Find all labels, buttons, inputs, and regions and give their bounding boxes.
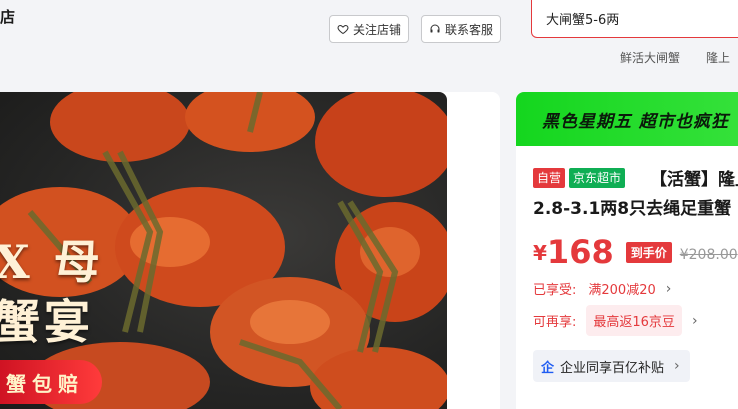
hero-title-line1: X 母 <box>0 235 104 289</box>
heart-icon <box>337 24 349 35</box>
headset-icon <box>430 24 440 33</box>
purchase-panel: 黑色星期五 超市也疯狂 自营 京东超市 【活蟹】隆上 2.8-3.1两8只去绳足… <box>516 92 738 409</box>
price-row: ¥ 168 到手价 ¥208.00 <box>533 235 738 269</box>
extra-promo-label: 可再享: <box>533 315 577 330</box>
applied-promo-row[interactable]: 已享受: 满200减20 › <box>533 279 672 299</box>
applied-promo-value: 满200减20 <box>588 283 656 298</box>
product-title-line1: 【活蟹】隆上 <box>650 170 738 190</box>
guarantee-badge: 蟹包赔 <box>0 360 102 404</box>
enterprise-subsidy-label: 企业同享百亿补贴 <box>560 360 665 376</box>
original-price: ¥208.00 <box>679 247 738 263</box>
chevron-right-icon: › <box>691 312 698 329</box>
follow-store-label: 关注店铺 <box>352 22 401 37</box>
product-tags: 自营 京东超市 <box>533 168 626 188</box>
chevron-right-icon: › <box>665 280 672 297</box>
final-price: 168 <box>546 233 614 271</box>
store-header: 店 关注店铺 联系客服 鲜活大闸蟹 隆上 <box>0 0 738 92</box>
hot-link-longshang[interactable]: 隆上 <box>706 49 730 66</box>
promo-banner[interactable]: 黑色星期五 超市也疯狂 <box>516 92 738 146</box>
hot-search-links: 鲜活大闸蟹 隆上 <box>620 49 730 66</box>
enterprise-icon: 企 <box>541 360 555 376</box>
hot-link-fresh-crab[interactable]: 鲜活大闸蟹 <box>620 49 680 66</box>
search-input[interactable] <box>532 0 738 37</box>
promo-banner-text: 黑色星期五 超市也疯狂 <box>542 111 729 132</box>
currency-symbol: ¥ <box>533 241 547 265</box>
jd-bean-chip: 最高返16京豆 <box>586 305 682 336</box>
jd-supermarket-tag: 京东超市 <box>569 168 626 188</box>
contact-service-label: 联系客服 <box>444 22 493 37</box>
product-title-line2: 2.8-3.1两8只去绳足重蟹 <box>533 199 732 219</box>
applied-promo-label: 已享受: <box>533 283 577 298</box>
extra-promo-row[interactable]: 可再享: 最高返16京豆 › <box>533 305 698 336</box>
final-price-label: 到手价 <box>625 242 672 263</box>
hero-title: X 母 蟹宴 <box>0 232 104 352</box>
chevron-right-icon: › <box>674 358 680 374</box>
self-operated-tag: 自营 <box>533 168 566 188</box>
contact-service-button[interactable]: 联系客服 <box>421 15 501 43</box>
follow-store-button[interactable]: 关注店铺 <box>329 15 409 43</box>
enterprise-subsidy-chip[interactable]: 企 企业同享百亿补贴 › <box>533 350 690 382</box>
hero-title-line2: 蟹宴 <box>0 295 94 349</box>
store-name: 店 <box>0 8 16 26</box>
search-box[interactable] <box>531 0 738 38</box>
